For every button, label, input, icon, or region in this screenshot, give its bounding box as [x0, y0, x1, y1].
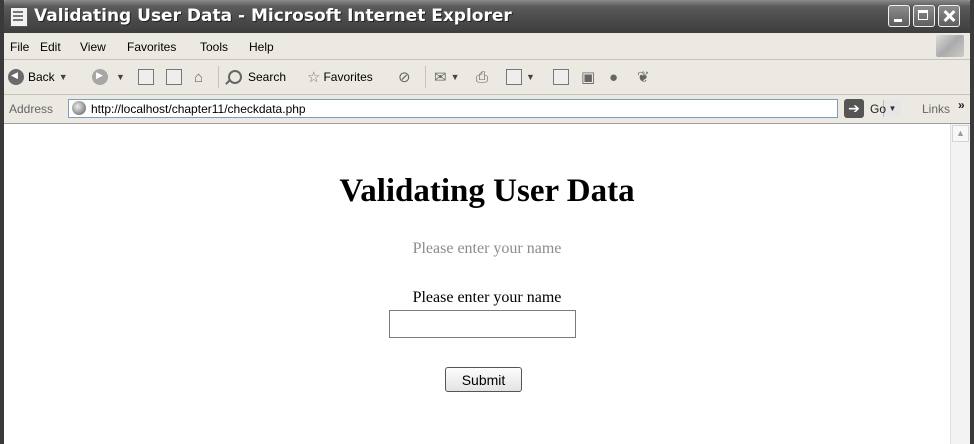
toolbar-separator	[218, 66, 219, 88]
links-label[interactable]: Links	[922, 102, 950, 116]
forward-dropdown-icon[interactable]: ▼	[116, 72, 125, 82]
mail-icon: ✉	[434, 69, 447, 86]
discuss-button[interactable]	[553, 67, 569, 87]
back-dropdown-icon[interactable]: ▼	[59, 72, 68, 82]
name-input[interactable]	[389, 310, 576, 338]
media-icon: ⊘	[398, 69, 411, 86]
menu-bar: File Edit View Favorites Tools Help	[4, 33, 970, 60]
menu-favorites[interactable]: Favorites	[127, 40, 176, 54]
favorites-label: Favorites	[323, 70, 373, 84]
stop-icon	[138, 69, 154, 85]
search-label: Search	[248, 70, 287, 84]
discuss-icon	[553, 69, 569, 85]
print-icon: ⎙	[476, 68, 489, 86]
mail-button[interactable]: ✉ ▼	[434, 67, 460, 87]
browser-window: Validating User Data - Microsoft Interne…	[0, 0, 974, 444]
research-button[interactable]: ▣	[581, 67, 595, 87]
research-icon: ▣	[581, 69, 596, 86]
close-button[interactable]	[938, 5, 960, 27]
search-icon	[228, 70, 242, 84]
messenger-button[interactable]: ●	[609, 67, 618, 87]
back-label: Back	[28, 70, 55, 84]
refresh-button[interactable]	[166, 67, 182, 87]
page-icon	[72, 101, 86, 115]
scroll-up-arrow-icon[interactable]: ▲	[952, 125, 969, 142]
title-bar: Validating User Data - Microsoft Interne…	[4, 0, 970, 33]
people-button[interactable]: ❦	[637, 67, 650, 87]
menu-file[interactable]: File	[10, 40, 29, 54]
validation-message: Please enter your name	[412, 240, 562, 257]
back-button[interactable]: Back ▼	[8, 67, 68, 87]
address-url[interactable]: http://localhost/chapter11/checkdata.php	[91, 102, 306, 116]
media-button[interactable]: ⊘	[398, 67, 411, 87]
go-arrow-icon[interactable]: ➔	[844, 99, 864, 118]
edit-dropdown-icon[interactable]: ▼	[526, 72, 535, 82]
links-chevron-icon[interactable]: »	[958, 98, 965, 112]
favorites-star-icon: ☆	[307, 69, 321, 86]
back-arrow-icon	[8, 69, 24, 85]
mail-dropdown-icon[interactable]: ▼	[451, 72, 460, 82]
home-button[interactable]: ⌂	[194, 67, 203, 87]
address-bar: Address http://localhost/chapter11/check…	[4, 95, 970, 124]
word-edit-icon	[506, 69, 522, 85]
name-field-label: Please enter your name	[412, 289, 562, 306]
people-icon: ❦	[637, 69, 650, 86]
menu-tools[interactable]: Tools	[200, 40, 228, 54]
menu-view[interactable]: View	[80, 40, 106, 54]
forward-button[interactable]: ▼	[92, 67, 125, 87]
stop-button[interactable]	[138, 67, 154, 87]
address-field[interactable]: http://localhost/chapter11/checkdata.php…	[68, 99, 901, 118]
page-heading: Validating User Data	[339, 173, 635, 209]
toolbar-separator	[425, 66, 426, 88]
address-label: Address	[9, 102, 54, 116]
menu-help[interactable]: Help	[249, 40, 274, 54]
search-button[interactable]: Search	[228, 67, 286, 87]
menu-edit[interactable]: Edit	[40, 40, 61, 54]
favorites-button[interactable]: ☆ Favorites	[307, 67, 373, 87]
ie-window-icon[interactable]	[10, 7, 28, 27]
messenger-icon: ●	[609, 68, 619, 86]
page-content: Validating User Data Please enter your n…	[4, 124, 950, 444]
windows-flag-icon	[936, 35, 964, 57]
minimize-button[interactable]	[888, 5, 910, 27]
standard-toolbar: Back ▼ ▼ ⌂ Search ☆ Favorites ⊘ ✉	[4, 60, 970, 95]
go-button[interactable]: Go	[870, 102, 886, 116]
window-title: Validating User Data - Microsoft Interne…	[34, 6, 512, 26]
maximize-button[interactable]	[913, 5, 935, 27]
edit-button[interactable]: ▼	[506, 67, 535, 87]
refresh-icon	[166, 69, 182, 85]
submit-button[interactable]: Submit	[445, 367, 522, 392]
vertical-scrollbar[interactable]: ▲	[950, 124, 970, 444]
forward-arrow-icon	[92, 69, 108, 85]
home-icon: ⌂	[194, 68, 204, 86]
print-button[interactable]: ⎙	[476, 67, 488, 87]
